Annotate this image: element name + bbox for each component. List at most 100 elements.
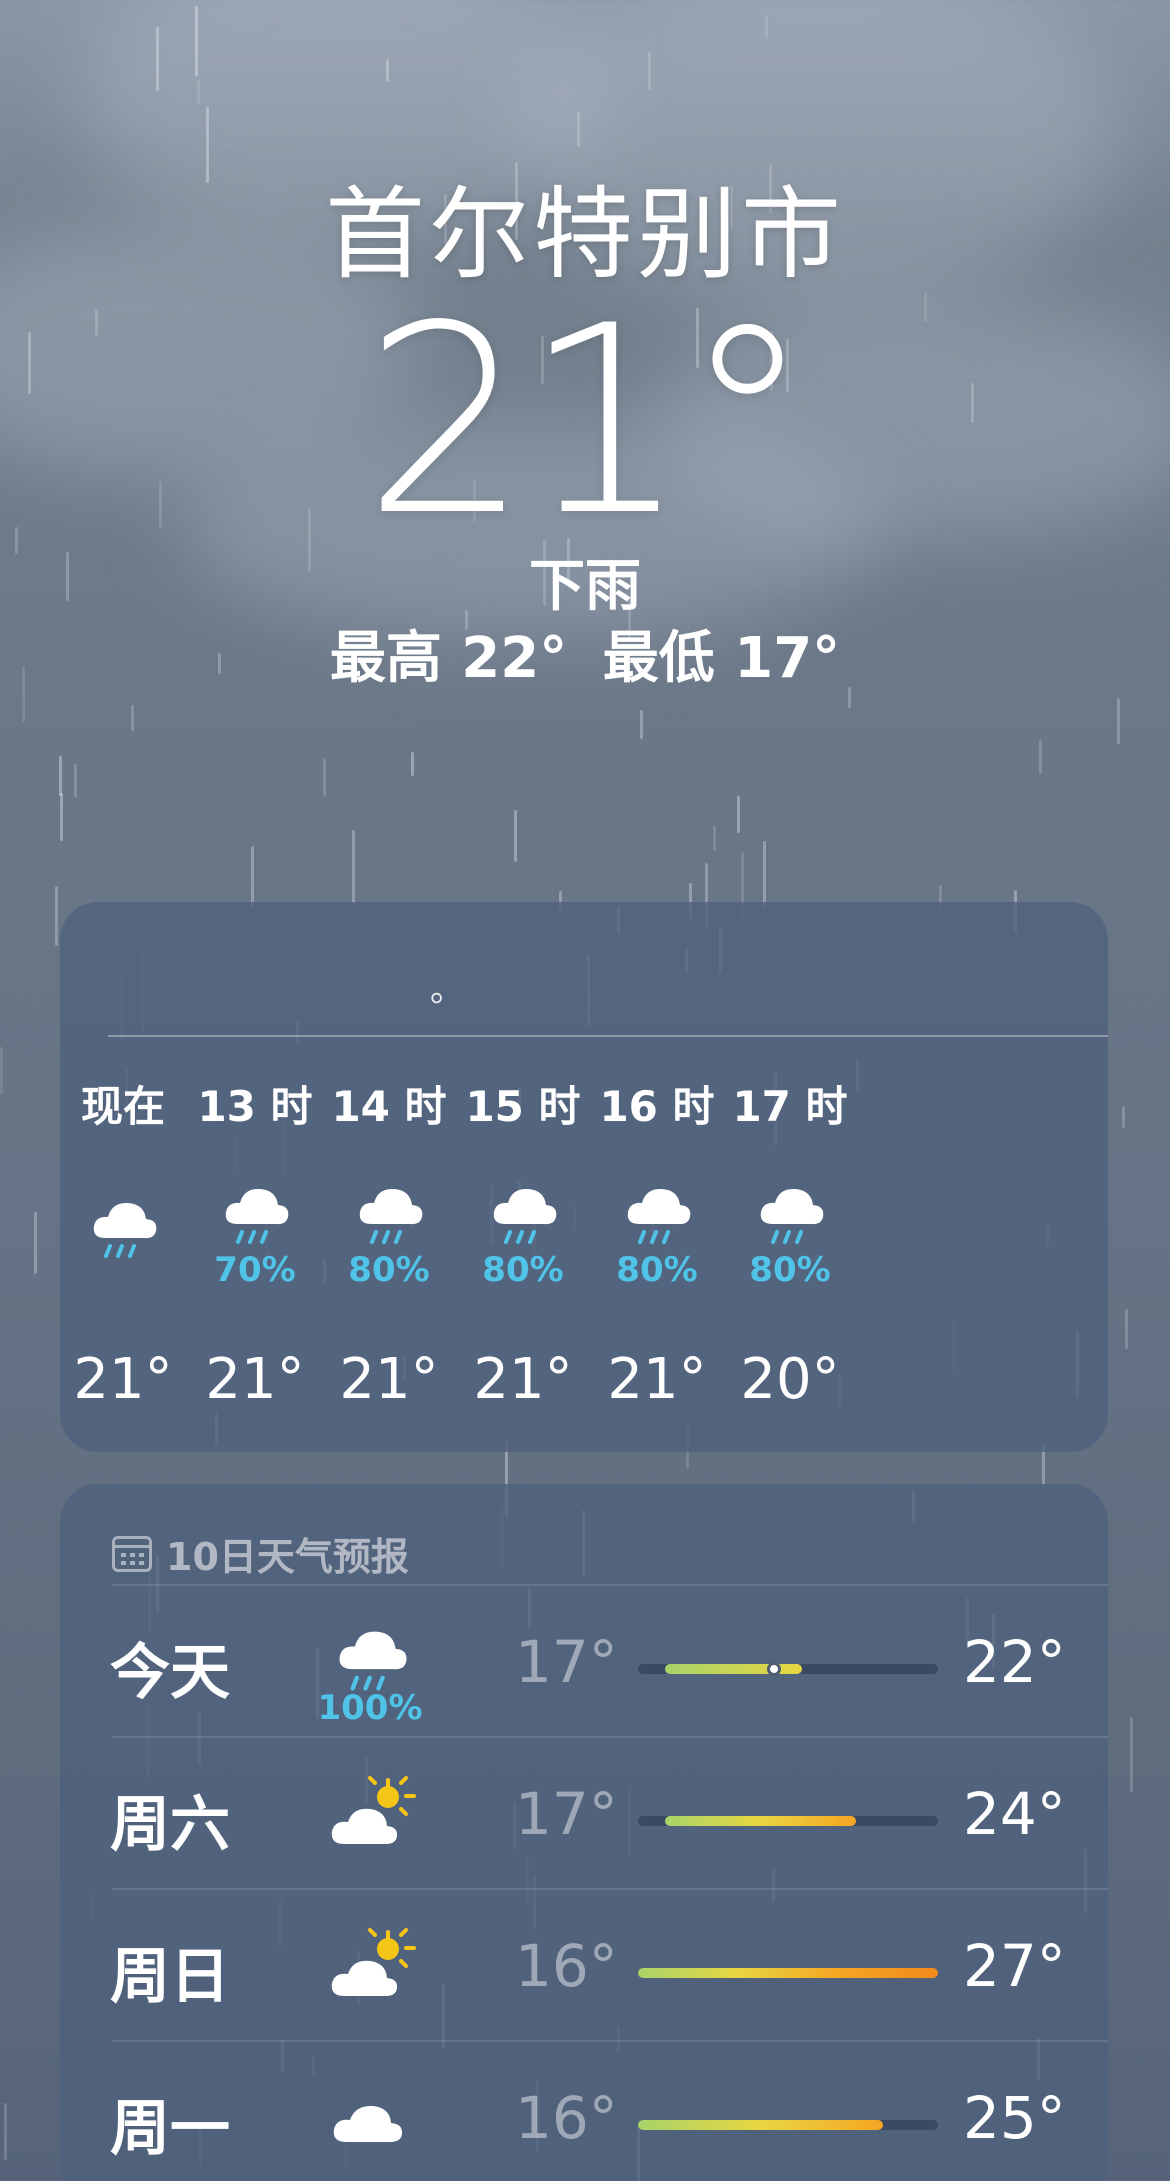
high-low: 最高 22° 最低 17° (0, 623, 1170, 695)
high-temp: 最高 22° (329, 626, 568, 691)
hour-label: 14 时 (331, 1082, 447, 1131)
high-temperature: 24° (963, 1780, 1066, 1848)
rain-streak (1122, 1106, 1125, 1128)
daily-row[interactable]: 周日 16° 27° (60, 1888, 1108, 2038)
rain-cloud-icon (88, 1194, 162, 1264)
rain-cloud-icon (622, 1180, 696, 1250)
rain-streak (131, 705, 134, 731)
rain-streak (0, 1047, 3, 1094)
day-name: 周日 (110, 1942, 230, 2012)
rain-streak (55, 886, 58, 946)
current-condition: 下雨 (529, 554, 641, 619)
rain-streak (74, 764, 77, 797)
low-temp: 最低 17° (602, 626, 841, 691)
rain-streak (59, 756, 62, 796)
current-weather-header: 首尔特别市 21° 下雨 最高 22° 最低 17° (0, 175, 1170, 695)
rain-streak (1125, 1309, 1128, 1349)
daily-row[interactable]: 周六 17° 24° (60, 1736, 1108, 1886)
precip-chance: 80% (348, 1250, 430, 1290)
hour-label: 现在 (80, 1082, 165, 1131)
temperature-range-bar (638, 1816, 938, 1826)
divider (108, 1035, 1108, 1037)
hourly-summary: 。 (430, 970, 464, 1010)
partly-sunny-icon (328, 1926, 418, 2001)
hour-label: 17 时 (732, 1082, 848, 1131)
precip-chance: 80% (749, 1250, 831, 1290)
rain-streak (640, 710, 643, 739)
high-temperature: 22° (963, 1628, 1066, 1696)
hourly-item: 14 时 80% 21° (314, 1082, 464, 1412)
temperature-range-fill (638, 2120, 884, 2130)
temperature-range-bar (638, 1662, 938, 1676)
rain-streak (251, 846, 254, 907)
day-name: 周一 (110, 2094, 230, 2164)
hourly-item: 现在 21° (60, 1082, 198, 1412)
temperature-range-bar (638, 2120, 938, 2130)
rain-streak (4, 2103, 7, 2160)
day-name: 周六 (110, 1790, 230, 1860)
rain-streak (156, 27, 159, 91)
hourly-item: 15 时 80% 21° (448, 1082, 598, 1412)
rain-cloud-icon (328, 1622, 418, 1697)
rain-streak (713, 826, 716, 851)
ten-day-header: 10日天气预报 (112, 1526, 409, 1581)
hourly-item: 13 时 70% 21° (180, 1082, 330, 1412)
precip-chance: 80% (482, 1250, 564, 1290)
hour-label: 16 时 (599, 1082, 715, 1131)
rain-streak (1130, 1717, 1133, 1792)
low-temperature: 17° (515, 1780, 618, 1848)
daily-row[interactable]: 今天 100% 17° 22° (60, 1584, 1108, 1734)
rain-streak (386, 59, 389, 82)
high-temperature: 27° (963, 1932, 1066, 2000)
rain-cloud-icon (220, 1180, 294, 1250)
low-temperature: 16° (515, 2084, 618, 2152)
hour-label: 13 时 (197, 1082, 313, 1131)
rain-streak (1117, 698, 1120, 744)
rain-streak (577, 111, 580, 147)
rain-streak (765, 16, 768, 37)
temperature-range-fill (665, 1816, 857, 1826)
partly-sunny-icon (328, 1774, 418, 1849)
rain-streak (648, 51, 651, 90)
low-temperature: 16° (515, 1932, 618, 2000)
current-temperature: 21° (363, 271, 813, 573)
rain-streak (737, 796, 740, 833)
rain-streak (34, 1212, 37, 1274)
hour-temperature: 21° (607, 1347, 707, 1412)
rain-cloud-icon (354, 1180, 428, 1250)
temperature-range-bar (638, 1968, 938, 1978)
daily-row[interactable]: 周一 16° 25° (60, 2040, 1108, 2181)
rain-streak (1039, 740, 1042, 774)
precip-chance: 80% (616, 1250, 698, 1290)
ten-day-title: 10日天气预报 (166, 1535, 409, 1579)
rain-streak (195, 6, 198, 76)
precip-chance: 70% (214, 1250, 296, 1290)
temperature-range-fill (665, 1664, 802, 1674)
low-temperature: 17° (515, 1628, 618, 1696)
hour-temperature: 21° (205, 1347, 305, 1412)
rain-streak (206, 107, 209, 183)
high-temperature: 25° (963, 2084, 1066, 2152)
rain-streak (197, 80, 200, 104)
hour-label: 15 时 (465, 1082, 581, 1131)
rain-streak (323, 758, 326, 797)
rain-streak (352, 830, 355, 904)
rain-cloud-icon (488, 1180, 562, 1250)
hourly-forecast-card[interactable]: 。 现在 21° 13 时 70% 21° 14 时 80% 21° 15 时 (60, 902, 1108, 1452)
calendar-icon (112, 1535, 152, 1572)
day-name: 今天 (110, 1638, 230, 1708)
cloud-icon (328, 2078, 418, 2153)
hour-temperature: 21° (73, 1347, 173, 1412)
rain-streak (60, 793, 63, 841)
rain-streak (411, 752, 414, 776)
hourly-item: 17 时 80% 20° (715, 1082, 865, 1412)
hour-temperature: 21° (473, 1347, 573, 1412)
ten-day-forecast-card[interactable]: 10日天气预报 今天 100% 17° 22° 周六 17° 24° 周日 16… (60, 1484, 1108, 2181)
temperature-range-fill (638, 1968, 938, 1978)
precip-chance: 100% (317, 1688, 423, 1728)
rain-streak (514, 810, 517, 862)
hour-temperature: 20° (740, 1347, 840, 1412)
rain-cloud-icon (755, 1180, 829, 1250)
hourly-item: 16 时 80% 21° (582, 1082, 732, 1412)
hour-temperature: 21° (339, 1347, 439, 1412)
